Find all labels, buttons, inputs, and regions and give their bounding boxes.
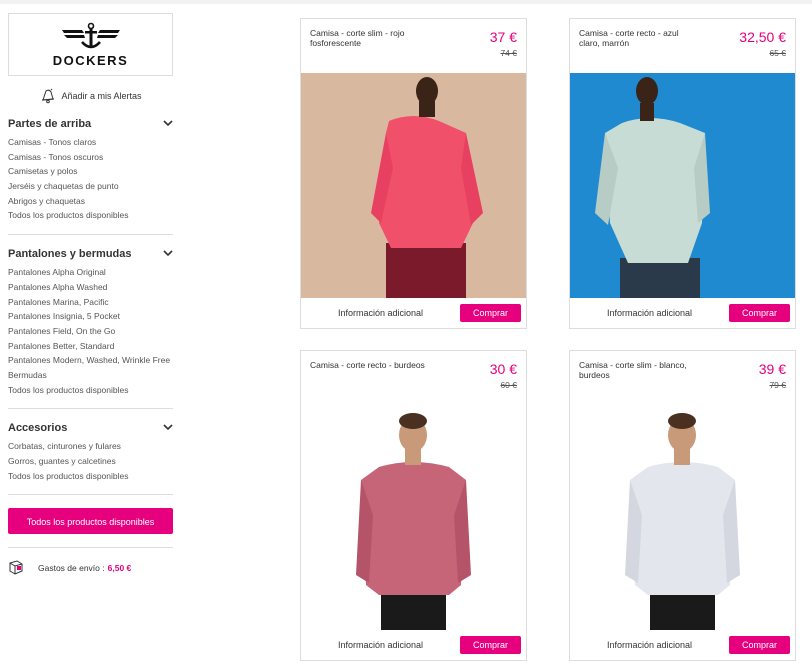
divider bbox=[8, 547, 173, 549]
category-link[interactable]: Corbatas, cinturones y fulares bbox=[8, 441, 173, 452]
category-link[interactable]: Todos los productos disponibles bbox=[8, 385, 173, 396]
buy-button[interactable]: Comprar bbox=[729, 304, 790, 322]
category-link[interactable]: Pantalones Modern, Washed, Wrinkle Free bbox=[8, 355, 173, 366]
category-link[interactable]: Jerséis y chaquetas de punto bbox=[8, 181, 173, 192]
category-link[interactable]: Todos los productos disponibles bbox=[8, 210, 173, 221]
more-info-link[interactable]: Información adicional bbox=[570, 640, 729, 650]
product-card[interactable]: Camisa - corte recto - azul claro, marró… bbox=[569, 18, 796, 329]
category-link[interactable]: Pantalones Marina, Pacific bbox=[8, 297, 173, 308]
product-name[interactable]: Camisa - corte slim - rojo fosforescente bbox=[310, 28, 430, 48]
product-card[interactable]: Camisa - corte recto - burdeos 30 € 60 €… bbox=[300, 350, 527, 661]
product-price: 39 € bbox=[758, 361, 786, 377]
add-alert-link[interactable]: Añadir a mis Alertas bbox=[8, 88, 173, 104]
category-link[interactable]: Gorros, guantes y calcetines bbox=[8, 456, 173, 467]
shipping-box-icon bbox=[9, 560, 23, 575]
product-card[interactable]: Camisa - corte slim - blanco, burdeos 39… bbox=[569, 350, 796, 661]
category-link[interactable]: Pantalones Insignia, 5 Pocket bbox=[8, 311, 173, 322]
product-name[interactable]: Camisa - corte recto - burdeos bbox=[310, 360, 430, 370]
category-link[interactable]: Camisas - Tonos claros bbox=[8, 137, 173, 148]
product-image[interactable] bbox=[301, 405, 526, 630]
buy-button[interactable]: Comprar bbox=[460, 636, 521, 654]
more-info-link[interactable]: Información adicional bbox=[301, 640, 460, 650]
product-name[interactable]: Camisa - corte slim - blanco, burdeos bbox=[579, 360, 699, 380]
buy-button[interactable]: Comprar bbox=[729, 636, 790, 654]
category-link[interactable]: Pantalones Field, On the Go bbox=[8, 326, 173, 337]
product-photo-shirt bbox=[301, 73, 526, 298]
bell-icon bbox=[42, 88, 55, 104]
more-info-link[interactable]: Información adicional bbox=[301, 308, 460, 318]
category-title: Partes de arriba bbox=[8, 117, 92, 130]
category-link[interactable]: Camisetas y polos bbox=[8, 166, 173, 177]
category-section-accessories: Accesorios Corbatas, cinturones y fulare… bbox=[8, 409, 173, 496]
category-section-tops: Partes de arriba Camisas - Tonos claros … bbox=[8, 104, 173, 236]
chevron-down-icon bbox=[163, 120, 173, 127]
shipping-label: Gastos de envío : bbox=[38, 563, 105, 574]
all-products-button[interactable]: Todos los productos disponibles bbox=[8, 508, 173, 535]
product-name[interactable]: Camisa - corte recto - azul claro, marró… bbox=[579, 28, 699, 48]
product-image[interactable] bbox=[301, 73, 526, 298]
category-header-accessories[interactable]: Accesorios bbox=[8, 421, 173, 434]
shipping-price: 6,50 € bbox=[107, 563, 132, 574]
category-link[interactable]: Bermudas bbox=[8, 370, 173, 381]
category-link[interactable]: Camisas - Tonos oscuros bbox=[8, 152, 173, 163]
category-title: Accesorios bbox=[8, 421, 68, 434]
product-old-price: 60 € bbox=[500, 380, 517, 390]
category-link[interactable]: Pantalones Alpha Washed bbox=[8, 282, 173, 293]
shipping-info: Gastos de envío : 6,50 € bbox=[8, 560, 173, 576]
dockers-anchor-logo bbox=[61, 22, 120, 48]
product-image[interactable] bbox=[570, 73, 795, 298]
category-link[interactable]: Pantalones Better, Standard bbox=[8, 341, 173, 352]
top-bar bbox=[0, 0, 812, 4]
product-card[interactable]: Camisa - corte slim - rojo fosforescente… bbox=[300, 18, 527, 329]
brand-logo-box[interactable]: DOCKERS bbox=[8, 13, 173, 76]
product-price: 30 € bbox=[489, 361, 517, 377]
product-image[interactable] bbox=[570, 405, 795, 630]
category-link[interactable]: Pantalones Alpha Original bbox=[8, 267, 173, 278]
product-price: 32,50 € bbox=[739, 29, 786, 45]
sidebar: DOCKERS Añadir a mis Alertas Partes de a… bbox=[8, 13, 173, 576]
product-photo-shirt bbox=[570, 73, 795, 298]
category-title: Pantalones y bermudas bbox=[8, 247, 132, 260]
chevron-down-icon bbox=[163, 424, 173, 431]
product-old-price: 74 € bbox=[500, 48, 517, 58]
brand-name: DOCKERS bbox=[52, 52, 129, 68]
product-price: 37 € bbox=[489, 29, 517, 45]
product-photo-shirt bbox=[570, 405, 795, 630]
product-photo-shirt bbox=[301, 405, 526, 630]
more-info-link[interactable]: Información adicional bbox=[570, 308, 729, 318]
product-old-price: 79 € bbox=[769, 380, 786, 390]
category-header-tops[interactable]: Partes de arriba bbox=[8, 117, 173, 130]
product-old-price: 65 € bbox=[769, 48, 786, 58]
buy-button[interactable]: Comprar bbox=[460, 304, 521, 322]
add-alert-label: Añadir a mis Alertas bbox=[61, 91, 142, 101]
category-section-pants: Pantalones y bermudas Pantalones Alpha O… bbox=[8, 235, 173, 410]
category-link[interactable]: Abrigos y chaquetas bbox=[8, 196, 173, 207]
chevron-down-icon bbox=[163, 250, 173, 257]
category-link[interactable]: Todos los productos disponibles bbox=[8, 471, 173, 482]
category-header-pants[interactable]: Pantalones y bermudas bbox=[8, 247, 173, 260]
